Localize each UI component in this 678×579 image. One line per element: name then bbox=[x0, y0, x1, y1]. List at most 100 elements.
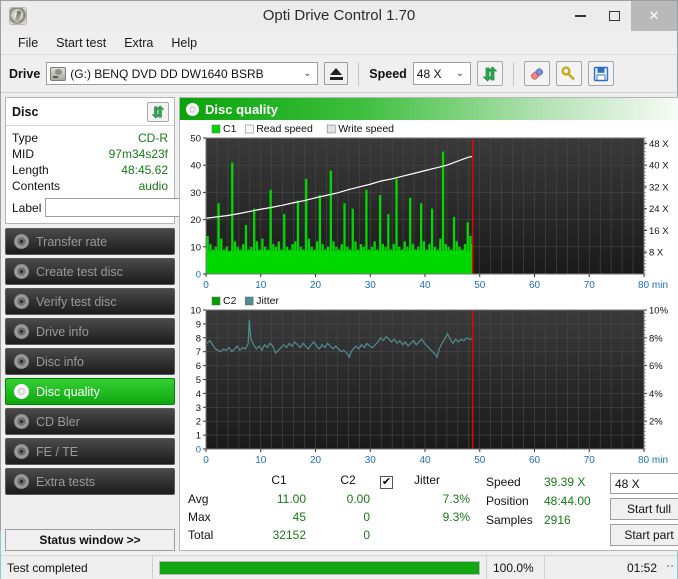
disc-row-contents: Contents audio bbox=[12, 178, 168, 194]
disc-info-rows: Type CD-R MID 97m34s23f Length 48:45.62 … bbox=[6, 126, 174, 223]
c1-chart[interactable]: 010203040508 X16 X24 X32 X40 X48 X010203… bbox=[182, 122, 678, 294]
disc-contents-label: Contents bbox=[12, 178, 60, 194]
refresh-button[interactable] bbox=[477, 61, 503, 86]
progress-bar-fill bbox=[160, 562, 479, 574]
svg-text:32 X: 32 X bbox=[649, 182, 669, 193]
stats-avg-c1: 11.00 bbox=[242, 492, 316, 510]
sidebar-item-label: Extra tests bbox=[36, 475, 95, 489]
menu-item-help[interactable]: Help bbox=[162, 34, 206, 52]
svg-text:50: 50 bbox=[474, 455, 486, 466]
sidebar-item-verify-test-disc[interactable]: Verify test disc bbox=[5, 288, 175, 315]
disc-mid-value: 97m34s23f bbox=[109, 146, 168, 162]
main-body: Disc Type CD-R MID 97m3 bbox=[1, 93, 677, 555]
stats-avg-jitter: 7.3% bbox=[414, 492, 476, 510]
svg-text:10: 10 bbox=[190, 306, 201, 317]
drive-select[interactable]: (G:) BENQ DVD DD DW1640 BSRB ⌄ bbox=[46, 62, 318, 85]
position-stat-value: 48:44.00 bbox=[544, 492, 610, 511]
svg-text:6: 6 bbox=[196, 361, 201, 372]
position-stat-label: Position bbox=[486, 492, 544, 511]
svg-text:10: 10 bbox=[190, 242, 201, 253]
jitter-checkbox[interactable]: ✔ bbox=[380, 476, 393, 489]
disc-icon bbox=[14, 444, 29, 459]
sidebar-item-transfer-rate[interactable]: Transfer rate bbox=[5, 228, 175, 255]
minimize-button[interactable] bbox=[563, 1, 597, 31]
sidebar-item-label: Disc info bbox=[36, 355, 84, 369]
statistics-area: C1 C2 ✔ Jitter Avg 11.00 0.00 7.3% Max 4… bbox=[180, 469, 678, 550]
svg-text:10%: 10% bbox=[649, 306, 669, 317]
drive-toolbar: Drive (G:) BENQ DVD DD DW1640 BSRB ⌄ Spe… bbox=[1, 55, 677, 93]
svg-text:9: 9 bbox=[196, 319, 201, 330]
stats-max-c1: 45 bbox=[242, 510, 316, 528]
save-button[interactable] bbox=[588, 61, 614, 86]
stats-header-jitter: Jitter bbox=[414, 473, 476, 492]
status-bar: Test completed 100.0% 01:52 bbox=[1, 555, 677, 579]
drive-info-icon bbox=[14, 324, 29, 339]
c2-jitter-chart[interactable]: 0123456789102%4%6%8%10%01020304050607080… bbox=[182, 294, 678, 469]
test-speed-value: 48 X bbox=[615, 477, 640, 491]
test-speed-select[interactable]: 48 X ⌄ bbox=[610, 473, 678, 494]
speed-select[interactable]: 48 X ⌄ bbox=[413, 62, 471, 85]
chevron-down-icon: ⌄ bbox=[452, 68, 468, 79]
elapsed-time: 01:52 bbox=[545, 556, 663, 579]
drive-icon bbox=[50, 67, 66, 81]
disc-refresh-button[interactable] bbox=[147, 102, 169, 122]
sidebar-item-disc-quality[interactable]: Disc quality bbox=[5, 378, 175, 405]
start-full-button[interactable]: Start full bbox=[610, 498, 678, 520]
sidebar-item-disc-info[interactable]: Disc info bbox=[5, 348, 175, 375]
svg-text:6%: 6% bbox=[649, 361, 663, 372]
resize-grip[interactable] bbox=[663, 564, 677, 571]
svg-text:30: 30 bbox=[365, 455, 377, 466]
refresh-icon bbox=[151, 105, 165, 119]
drive-select-value: (G:) BENQ DVD DD DW1640 BSRB bbox=[70, 67, 263, 81]
toolbar-divider bbox=[358, 62, 359, 86]
stats-header-c2: C2 bbox=[316, 473, 380, 492]
svg-text:7: 7 bbox=[196, 347, 201, 358]
start-part-button[interactable]: Start part bbox=[610, 524, 678, 546]
menu-item-start-test[interactable]: Start test bbox=[47, 34, 115, 52]
maximize-button[interactable] bbox=[597, 1, 631, 31]
sidebar-item-fe-te[interactable]: FE / TE bbox=[5, 438, 175, 465]
eject-icon bbox=[330, 68, 342, 75]
key-icon bbox=[561, 66, 577, 82]
sidebar-item-extra-tests[interactable]: Extra tests bbox=[5, 468, 175, 495]
svg-text:3: 3 bbox=[196, 403, 201, 414]
speed-position-table: Speed 39.39 X Position 48:44.00 Samples … bbox=[486, 473, 610, 546]
disc-info-panel: Disc Type CD-R MID 97m3 bbox=[5, 97, 175, 224]
svg-text:40 X: 40 X bbox=[649, 161, 669, 172]
toolbar-divider-2 bbox=[513, 62, 514, 86]
svg-text:Jitter: Jitter bbox=[256, 295, 279, 307]
menu-item-file[interactable]: File bbox=[9, 34, 47, 52]
svg-text:16 X: 16 X bbox=[649, 226, 669, 237]
svg-text:80 min: 80 min bbox=[638, 455, 668, 466]
svg-text:0: 0 bbox=[203, 455, 209, 466]
samples-stat-value: 2916 bbox=[544, 511, 610, 530]
disc-icon bbox=[14, 414, 29, 429]
disc-panel-title: Disc bbox=[12, 105, 38, 119]
sidebar-spacer bbox=[5, 495, 175, 525]
disc-row-length: Length 48:45.62 bbox=[12, 162, 168, 178]
sidebar-item-cd-bler[interactable]: CD Bler bbox=[5, 408, 175, 435]
disc-label-label: Label bbox=[12, 201, 41, 215]
key-button[interactable] bbox=[556, 61, 582, 86]
svg-text:48 X: 48 X bbox=[649, 139, 669, 150]
refresh-icon bbox=[482, 66, 498, 82]
svg-text:C2: C2 bbox=[223, 295, 237, 307]
svg-text:0: 0 bbox=[203, 280, 209, 291]
menu-item-extra[interactable]: Extra bbox=[115, 34, 162, 52]
status-window-button[interactable]: Status window >> bbox=[5, 529, 175, 551]
svg-text:8%: 8% bbox=[649, 333, 663, 344]
sidebar-item-drive-info[interactable]: Drive info bbox=[5, 318, 175, 345]
stats-row-label-max: Max bbox=[188, 510, 242, 528]
menu-bar: File Start test Extra Help bbox=[1, 31, 677, 55]
svg-text:40: 40 bbox=[190, 161, 201, 172]
disc-icon bbox=[14, 234, 29, 249]
disc-length-label: Length bbox=[12, 162, 49, 178]
svg-text:2: 2 bbox=[196, 417, 201, 428]
sidebar-item-create-test-disc[interactable]: Create test disc bbox=[5, 258, 175, 285]
disc-icon bbox=[14, 474, 29, 489]
save-icon bbox=[593, 66, 609, 82]
disc-quality-icon bbox=[186, 103, 199, 116]
eject-button[interactable] bbox=[324, 62, 348, 85]
erase-button[interactable] bbox=[524, 61, 550, 86]
close-button[interactable]: ✕ bbox=[631, 1, 677, 31]
